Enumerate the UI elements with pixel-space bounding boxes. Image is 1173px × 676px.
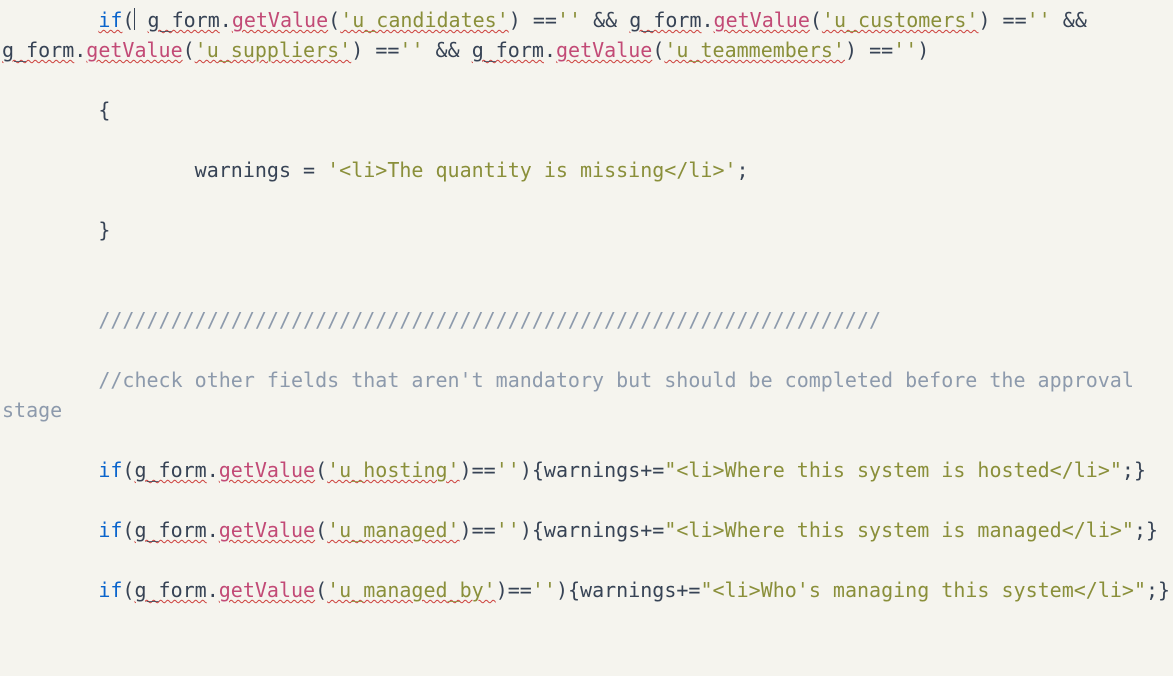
code-line: if(g_form.getValue('u_hosting')==''){war… — [2, 458, 1146, 482]
code-line: //check other fields that aren't mandato… — [2, 368, 1146, 422]
code-block: if( g_form.getValue('u_candidates') ==''… — [0, 0, 1173, 610]
code-line: if(g_form.getValue('u_managed')==''){war… — [2, 518, 1158, 542]
code-line: { — [2, 98, 110, 122]
code-line: ////////////////////////////////////////… — [2, 308, 881, 332]
code-line: warnings = '<li>The quantity is missing<… — [2, 158, 749, 182]
code-line: if( g_form.getValue('u_candidates') ==''… — [2, 8, 1099, 62]
text-cursor — [134, 8, 135, 30]
code-line: if(g_form.getValue('u_managed_by')==''){… — [2, 578, 1170, 602]
keyword-if: if — [98, 8, 122, 32]
code-line: } — [2, 218, 110, 242]
